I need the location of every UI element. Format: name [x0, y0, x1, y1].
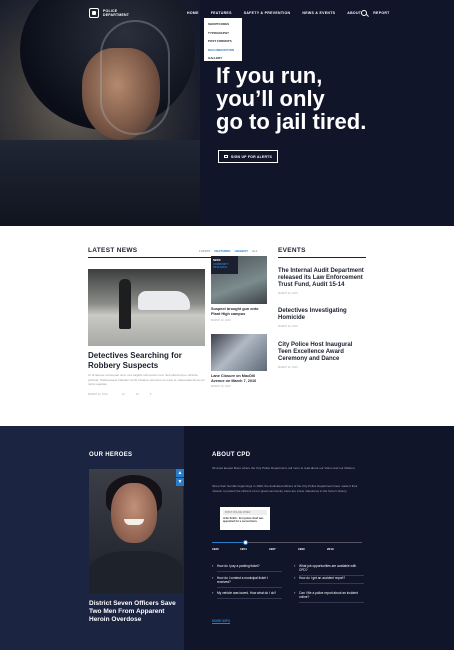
officer-uniform	[89, 551, 183, 593]
chevron-down-icon[interactable]: ▼	[176, 478, 184, 486]
site-logo[interactable]: POLICE DEPARTMENT	[89, 8, 133, 18]
event-item[interactable]: Detectives Investigating Homicide MARCH …	[278, 308, 366, 328]
side-news-date-1: MARCH 22, 2016	[211, 319, 231, 322]
dropdown-documentation[interactable]: DOCUMENTATION	[208, 48, 238, 52]
dropdown-typography[interactable]: TYPOGRAPHY	[208, 31, 238, 35]
nav-home[interactable]: HOME	[187, 11, 199, 15]
features-dropdown: SHORTCODES TYPOGRAPHY POST FORMATS DOCUM…	[204, 18, 242, 61]
hero-officer-photo[interactable]	[89, 469, 183, 593]
tab-all[interactable]: ALL	[252, 249, 258, 253]
faq-item[interactable]: My vehicle was towed. How what do I do?	[212, 591, 282, 599]
views-count: 10	[122, 393, 125, 396]
timeline-year[interactable]: 1920	[212, 547, 219, 551]
officer-face	[111, 483, 157, 543]
nav-safety[interactable]: SAFETY & PREVENTION	[244, 11, 291, 15]
main-news-excerpt: Ut at laoreet consequat uma, nec sagitti…	[88, 373, 205, 386]
side-news-caption-1[interactable]: Suspect brought gun onto Plant High camp…	[211, 307, 267, 317]
envelope-icon	[223, 155, 228, 158]
section-divider	[278, 257, 366, 258]
main-news-date: MARCH 22, 2016	[88, 393, 108, 396]
hero-photo	[0, 0, 200, 226]
faq-item[interactable]: How do I pay a parking ticket?	[212, 564, 282, 572]
chevron-up-icon[interactable]: ▲	[176, 469, 184, 477]
event-item[interactable]: City Police Host Inaugural Teen Excellen…	[278, 342, 366, 369]
faq-item[interactable]: What job opportunities are available wit…	[294, 564, 364, 576]
about-title: ABOUT CPD	[212, 452, 251, 458]
car	[138, 291, 190, 310]
timeline-year[interactable]: 1990	[298, 547, 305, 551]
comments-count: 5	[150, 393, 152, 396]
latest-news-section: LATEST NEWS LATEST FEATURED HIGHEST ALL …	[88, 247, 267, 396]
search-icon[interactable]	[361, 10, 367, 16]
hero-headline: If you run, you’ll only go to jail tired…	[216, 63, 367, 134]
timeline-year[interactable]: 2010	[327, 547, 334, 551]
events-section: EVENTS The Internal Audit Department rel…	[278, 247, 366, 369]
timeline-progress	[212, 542, 245, 543]
about-history: Since their humble beginnings in 1920, t…	[212, 484, 358, 493]
officer-smile	[124, 519, 144, 525]
running-man	[119, 279, 131, 329]
timeline-handle[interactable]	[243, 540, 248, 545]
officer-uniform	[0, 140, 200, 226]
dropdown-gallery[interactable]: GALLERY	[208, 56, 238, 60]
heroes-title: OUR HEROES	[89, 452, 133, 458]
dropdown-shortcodes[interactable]: SHORTCODES	[208, 22, 238, 26]
logo-line2: DEPARTMENT	[103, 13, 130, 17]
timeline-year[interactable]: 1954	[240, 547, 247, 551]
sign-up-alerts-button[interactable]: SIGN UP FOR ALERTS	[218, 150, 278, 163]
main-news-image[interactable]	[88, 269, 205, 346]
nav-report[interactable]: REPORT	[373, 11, 389, 15]
likes-count: 15	[136, 393, 139, 396]
tab-latest[interactable]: LATEST	[199, 249, 210, 253]
more-info-link[interactable]: MORE INFO	[212, 619, 230, 623]
bottom-section: OUR HEROES ▲ ▼ District Seven Officers S…	[0, 426, 454, 650]
event-item[interactable]: The Internal Audit Department released i…	[278, 268, 366, 295]
timeline-popup: FIRST POLICE CHIEF John Smith - first po…	[220, 507, 270, 530]
events-title: EVENTS	[278, 247, 306, 254]
faq-item[interactable]: How do I get an accident report?	[294, 576, 364, 584]
nav-about[interactable]: ABOUT	[347, 11, 361, 15]
about-intro: Sit amet laoreet libero where the City P…	[212, 466, 356, 470]
side-news-caption-2[interactable]: Lane Closure on MacDill Avenue on March …	[211, 374, 267, 384]
faq-item[interactable]: How do I contest a municipal ticket I re…	[212, 576, 282, 588]
badge-icon	[89, 8, 99, 18]
side-news-date-2: MARCH 22, 2016	[211, 385, 231, 388]
tab-highest[interactable]: HIGHEST	[235, 249, 248, 253]
hero-banner: POLICE DEPARTMENT HOME FEATURES SAFETY &…	[0, 0, 454, 226]
dropdown-post-formats[interactable]: POST FORMATS	[208, 39, 238, 43]
nav-news-events[interactable]: NEWS & EVENTS	[302, 11, 335, 15]
hero-story-caption[interactable]: District Seven Officers Save Two Men Fro…	[89, 600, 181, 624]
main-nav: HOME FEATURES SAFETY & PREVENTION NEWS &…	[187, 11, 402, 15]
tab-featured[interactable]: FEATURED	[214, 249, 230, 253]
main-news-headline[interactable]: Detectives Searching for Robbery Suspect…	[88, 351, 205, 371]
visor	[100, 20, 170, 135]
news-tabs: LATEST FEATURED HIGHEST ALL	[199, 249, 258, 253]
nav-features[interactable]: FEATURES	[211, 11, 232, 15]
category-tag: NEWS COMMUNITY RESEARCH	[211, 256, 238, 274]
faq-item[interactable]: Can I file a police report about an inci…	[294, 591, 364, 603]
timeline-year[interactable]: 1967	[269, 547, 276, 551]
side-news-image-1[interactable]: NEWS COMMUNITY RESEARCH	[211, 256, 267, 304]
side-news-image-2[interactable]	[211, 334, 267, 371]
